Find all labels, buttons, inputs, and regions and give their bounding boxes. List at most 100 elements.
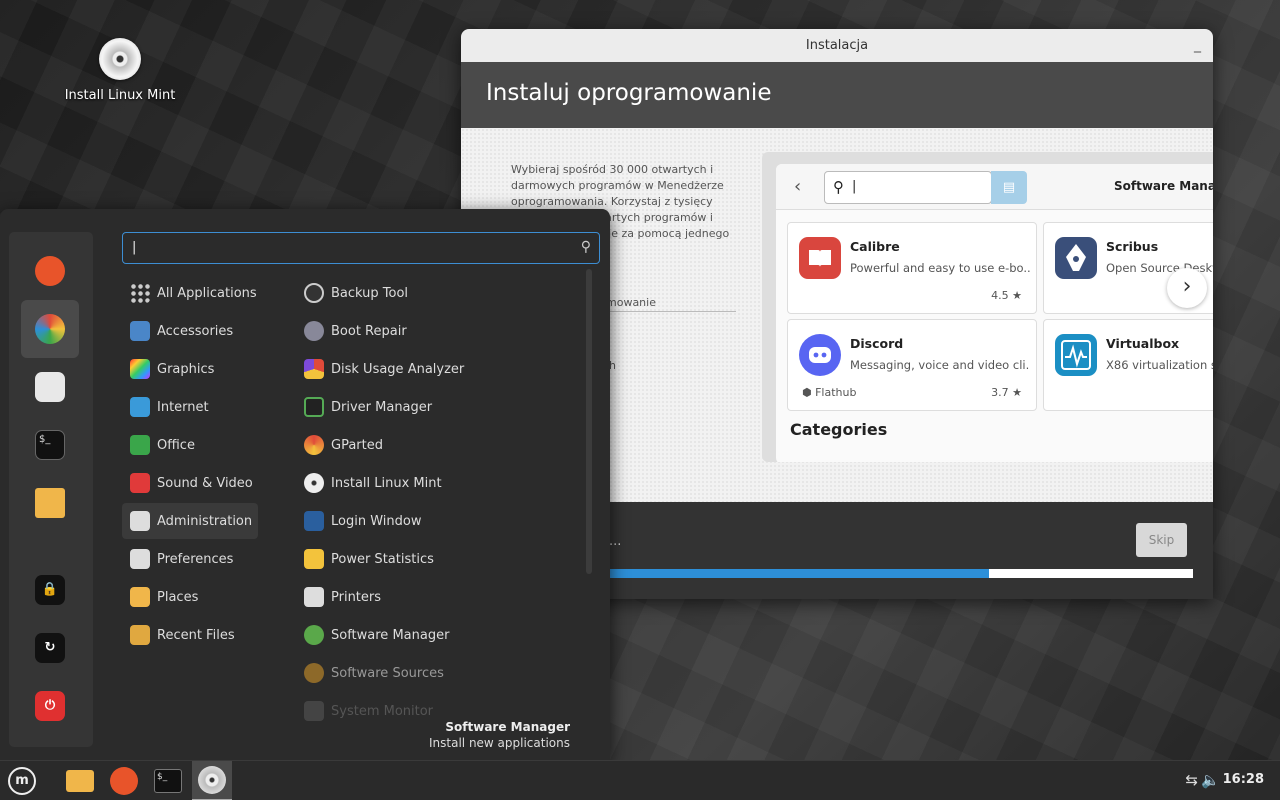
sidebar-files[interactable]	[21, 474, 79, 532]
software-manager-screenshot: ‹ ⚲ | ▤ Software Manager Calibre Powerfu…	[762, 152, 1213, 462]
desktop-install-linux-mint[interactable]: Install Linux Mint	[60, 38, 180, 103]
software-manager-icon	[304, 625, 324, 645]
category-internet[interactable]: Internet	[122, 389, 258, 425]
app-desc: Messaging, voice and video cli...	[850, 358, 1030, 372]
taskbar-firefox[interactable]	[104, 761, 144, 800]
mint-menu-button[interactable]: m	[2, 761, 42, 800]
preferences-icon	[130, 549, 150, 569]
category-administration[interactable]: Administration	[122, 503, 258, 539]
app-rating: 3.7 ★	[991, 386, 1022, 399]
status-text: ...	[609, 534, 622, 549]
firefox-icon	[110, 767, 138, 795]
sidebar-firefox[interactable]	[21, 242, 79, 300]
app-name: Calibre	[850, 239, 900, 254]
window-title: Instalacja	[805, 38, 869, 53]
skip-button[interactable]: Skip	[1136, 523, 1187, 557]
flathub-badge: ⬢ Flathub	[802, 386, 857, 399]
category-accessories[interactable]: Accessories	[122, 313, 258, 349]
category-sound-video[interactable]: Sound & Video	[122, 465, 258, 501]
minimize-button[interactable]: _	[1194, 29, 1201, 62]
search-caret: |	[132, 240, 137, 255]
sidebar-shutdown[interactable]: ⏻	[21, 677, 79, 735]
app-software-sources[interactable]: Software Sources	[296, 655, 576, 691]
app-login-window[interactable]: Login Window	[296, 503, 576, 539]
category-preferences[interactable]: Preferences	[122, 541, 258, 577]
installer-titlebar[interactable]: Instalacja _	[461, 29, 1213, 62]
disk-usage-icon	[304, 359, 324, 379]
folder-icon	[130, 587, 150, 607]
boot-repair-icon	[304, 321, 324, 341]
sm-search-caret: |	[852, 179, 857, 194]
installer-header: Instaluj oprogramowanie	[461, 62, 1213, 128]
selected-app-description: Software Manager Install new application…	[429, 719, 570, 751]
app-desc: Powerful and easy to use e-bo...	[850, 261, 1030, 275]
app-software-manager[interactable]: Software Manager	[296, 617, 576, 653]
category-all-applications[interactable]: All Applications	[122, 275, 258, 311]
app-printers[interactable]: Printers	[296, 579, 576, 615]
search-icon: ⚲	[833, 178, 844, 196]
taskbar: m $_ ⇆ 🔈 16:28	[0, 760, 1280, 800]
taskbar-terminal[interactable]: $_	[148, 761, 188, 800]
selected-app-title: Software Manager	[445, 720, 570, 734]
volume-icon[interactable]: 🔈	[1201, 771, 1220, 789]
admin-icon	[130, 511, 150, 531]
graphics-icon	[130, 359, 150, 379]
app-backup-tool[interactable]: Backup Tool	[296, 275, 576, 311]
office-icon	[130, 435, 150, 455]
taskbar-installer[interactable]	[192, 761, 232, 800]
backup-icon	[304, 283, 324, 303]
app-driver-manager[interactable]: Driver Manager	[296, 389, 576, 425]
app-gparted[interactable]: GParted	[296, 427, 576, 463]
category-recent-files[interactable]: Recent Files	[122, 617, 258, 653]
system-monitor-icon	[304, 701, 324, 721]
selected-app-subtitle: Install new applications	[429, 736, 570, 750]
firefox-icon	[35, 256, 65, 286]
app-name: Discord	[850, 336, 904, 351]
app-card-calibre: Calibre Powerful and easy to use e-bo...…	[787, 222, 1037, 314]
sm-title: Software Manager	[1114, 179, 1213, 193]
progress-fill	[609, 569, 989, 578]
category-graphics[interactable]: Graphics	[122, 351, 258, 387]
app-power-statistics[interactable]: Power Statistics	[296, 541, 576, 577]
power-stats-icon	[304, 549, 324, 569]
clock[interactable]: 16:28	[1223, 772, 1264, 787]
cloud-icon	[130, 397, 150, 417]
app-list-scrollbar[interactable]	[586, 269, 592, 574]
menu-search-input[interactable]: | ⚲	[122, 232, 600, 264]
virtualbox-icon	[1055, 334, 1097, 376]
recent-folder-icon	[130, 625, 150, 645]
application-menu: $_ 🔒 ↻ ⏻ | ⚲ All Applications Accessorie…	[0, 209, 610, 760]
favorites-sidebar: $_ 🔒 ↻ ⏻	[9, 232, 93, 747]
app-disk-usage-analyzer[interactable]: Disk Usage Analyzer	[296, 351, 576, 387]
progress-bar	[609, 569, 1193, 578]
driver-icon	[304, 397, 324, 417]
sidebar-logout[interactable]: ↻	[21, 619, 79, 677]
sidebar-software-manager[interactable]	[21, 300, 79, 358]
power-icon: ⏻	[35, 691, 65, 721]
app-boot-repair[interactable]: Boot Repair	[296, 313, 576, 349]
app-install-linux-mint[interactable]: Install Linux Mint	[296, 465, 576, 501]
scissors-icon	[130, 321, 150, 341]
category-places[interactable]: Places	[122, 579, 258, 615]
taskbar-files[interactable]	[60, 761, 100, 800]
sidebar-system-settings[interactable]	[21, 358, 79, 416]
network-icon[interactable]: ⇆	[1185, 771, 1198, 789]
folder-icon	[35, 488, 65, 518]
gparted-icon	[304, 435, 324, 455]
login-window-icon	[304, 511, 324, 531]
sidebar-terminal[interactable]: $_	[21, 416, 79, 474]
grid-icon	[130, 283, 150, 303]
calibre-book-icon	[799, 237, 841, 279]
printer-icon	[304, 587, 324, 607]
software-manager-preview: ‹ ⚲ | ▤ Software Manager Calibre Powerfu…	[776, 164, 1213, 462]
lock-icon: 🔒	[35, 575, 65, 605]
folder-icon	[66, 770, 94, 792]
list-view-icon: ▤	[991, 171, 1027, 204]
search-icon: ⚲	[580, 239, 591, 255]
sidebar-lock[interactable]: 🔒	[21, 561, 79, 619]
desktop-icon-label: Install Linux Mint	[64, 88, 176, 103]
sm-toolbar: ‹ ⚲ | ▤ Software Manager	[776, 164, 1213, 210]
app-card-discord: Discord Messaging, voice and video cli..…	[787, 319, 1037, 411]
discord-icon	[799, 334, 841, 376]
category-office[interactable]: Office	[122, 427, 258, 463]
